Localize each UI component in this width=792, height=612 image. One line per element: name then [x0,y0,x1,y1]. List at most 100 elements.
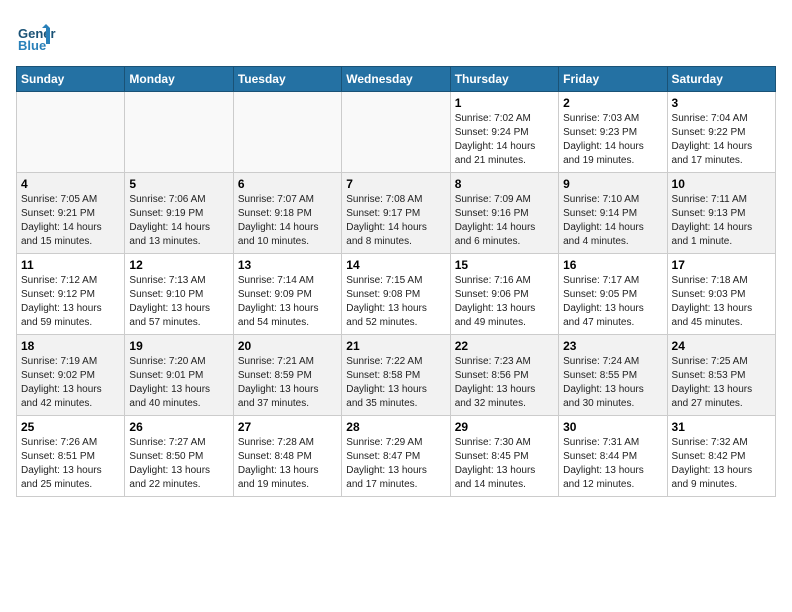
day-number: 7 [346,177,445,191]
calendar-cell: 10 Sunrise: 7:11 AM Sunset: 9:13 PM Dayli… [667,173,775,254]
day-header-tuesday: Tuesday [233,67,341,92]
calendar-cell: 8 Sunrise: 7:09 AM Sunset: 9:16 PM Daylig… [450,173,558,254]
day-info: Sunrise: 7:18 AM Sunset: 9:03 PM Dayligh… [672,274,771,330]
calendar-cell: 15Sunrise: 7:16 AM Sunset: 9:06 PM Dayli… [450,254,558,335]
day-number: 27 [238,420,337,434]
day-number: 24 [672,339,771,353]
calendar-cell: 27 Sunrise: 7:28 AM Sunset: 8:48 PM Dayli… [233,416,341,497]
day-number: 5 [129,177,228,191]
day-info: Sunrise: 7:05 AM Sunset: 9:21 PM Dayligh… [21,193,120,249]
day-info: Sunrise: 7:10 AM Sunset: 9:14 PM Dayligh… [563,193,662,249]
svg-text:Blue: Blue [18,38,46,53]
day-number: 13 [238,258,337,272]
day-number: 16 [563,258,662,272]
day-info: Sunrise: 7:28 AM Sunset: 8:48 PM Dayligh… [238,436,337,492]
logo-icon: General Blue [16,16,56,56]
calendar-table: SundayMondayTuesdayWednesdayThursdayFrid… [16,66,776,497]
day-number: 9 [563,177,662,191]
day-number: 12 [129,258,228,272]
day-info: Sunrise: 7:22 AM Sunset: 8:58 PM Dayligh… [346,355,445,411]
calendar-cell: 14 Sunrise: 7:15 AM Sunset: 9:08 PM Dayli… [342,254,450,335]
page-header: General Blue [16,16,776,56]
day-number: 17 [672,258,771,272]
day-number: 30 [563,420,662,434]
calendar-cell [342,92,450,173]
day-number: 1 [455,96,554,110]
calendar-cell: 4Sunrise: 7:05 AM Sunset: 9:21 PM Daylig… [17,173,125,254]
calendar-cell: 31 Sunrise: 7:32 AM Sunset: 8:42 PM Dayli… [667,416,775,497]
day-number: 14 [346,258,445,272]
day-info: Sunrise: 7:19 AM Sunset: 9:02 PM Dayligh… [21,355,120,411]
day-number: 8 [455,177,554,191]
day-info: Sunrise: 7:02 AM Sunset: 9:24 PM Dayligh… [455,112,554,168]
day-number: 25 [21,420,120,434]
week-row-5: 25 Sunrise: 7:26 AM Sunset: 8:51 PM Dayli… [17,416,776,497]
day-header-friday: Friday [559,67,667,92]
calendar-cell: 6 Sunrise: 7:07 AM Sunset: 9:18 PM Daylig… [233,173,341,254]
calendar-cell: 2Sunrise: 7:03 AM Sunset: 9:23 PM Daylig… [559,92,667,173]
calendar-cell: 13 Sunrise: 7:14 AM Sunset: 9:09 PM Dayli… [233,254,341,335]
week-row-3: 11 Sunrise: 7:12 AM Sunset: 9:12 PM Dayli… [17,254,776,335]
day-header-sunday: Sunday [17,67,125,92]
calendar-cell: 23 Sunrise: 7:24 AM Sunset: 8:55 PM Dayli… [559,335,667,416]
day-number: 3 [672,96,771,110]
logo: General Blue [16,16,60,56]
calendar-cell: 22Sunrise: 7:23 AM Sunset: 8:56 PM Dayli… [450,335,558,416]
day-number: 6 [238,177,337,191]
day-info: Sunrise: 7:29 AM Sunset: 8:47 PM Dayligh… [346,436,445,492]
calendar-cell: 9 Sunrise: 7:10 AM Sunset: 9:14 PM Daylig… [559,173,667,254]
day-number: 22 [455,339,554,353]
day-info: Sunrise: 7:15 AM Sunset: 9:08 PM Dayligh… [346,274,445,330]
day-info: Sunrise: 7:07 AM Sunset: 9:18 PM Dayligh… [238,193,337,249]
calendar-cell: 18 Sunrise: 7:19 AM Sunset: 9:02 PM Dayli… [17,335,125,416]
day-info: Sunrise: 7:04 AM Sunset: 9:22 PM Dayligh… [672,112,771,168]
calendar-cell [125,92,233,173]
day-number: 20 [238,339,337,353]
day-header-monday: Monday [125,67,233,92]
calendar-cell: 19 Sunrise: 7:20 AM Sunset: 9:01 PM Dayli… [125,335,233,416]
calendar-cell: 28Sunrise: 7:29 AM Sunset: 8:47 PM Dayli… [342,416,450,497]
day-info: Sunrise: 7:31 AM Sunset: 8:44 PM Dayligh… [563,436,662,492]
day-info: Sunrise: 7:21 AM Sunset: 8:59 PM Dayligh… [238,355,337,411]
day-info: Sunrise: 7:25 AM Sunset: 8:53 PM Dayligh… [672,355,771,411]
day-number: 19 [129,339,228,353]
day-info: Sunrise: 7:14 AM Sunset: 9:09 PM Dayligh… [238,274,337,330]
calendar-cell: 20 Sunrise: 7:21 AM Sunset: 8:59 PM Dayli… [233,335,341,416]
day-info: Sunrise: 7:12 AM Sunset: 9:12 PM Dayligh… [21,274,120,330]
day-number: 29 [455,420,554,434]
day-number: 31 [672,420,771,434]
calendar-cell [233,92,341,173]
calendar-cell: 26Sunrise: 7:27 AM Sunset: 8:50 PM Dayli… [125,416,233,497]
calendar-cell [17,92,125,173]
day-info: Sunrise: 7:11 AM Sunset: 9:13 PM Dayligh… [672,193,771,249]
day-info: Sunrise: 7:24 AM Sunset: 8:55 PM Dayligh… [563,355,662,411]
week-row-1: 1 Sunrise: 7:02 AM Sunset: 9:24 PM Daylig… [17,92,776,173]
day-info: Sunrise: 7:06 AM Sunset: 9:19 PM Dayligh… [129,193,228,249]
week-row-4: 18 Sunrise: 7:19 AM Sunset: 9:02 PM Dayli… [17,335,776,416]
calendar-cell: 24 Sunrise: 7:25 AM Sunset: 8:53 PM Dayli… [667,335,775,416]
day-info: Sunrise: 7:20 AM Sunset: 9:01 PM Dayligh… [129,355,228,411]
day-number: 10 [672,177,771,191]
day-info: Sunrise: 7:32 AM Sunset: 8:42 PM Dayligh… [672,436,771,492]
day-header-thursday: Thursday [450,67,558,92]
day-number: 23 [563,339,662,353]
day-info: Sunrise: 7:13 AM Sunset: 9:10 PM Dayligh… [129,274,228,330]
calendar-cell: 16 Sunrise: 7:17 AM Sunset: 9:05 PM Dayli… [559,254,667,335]
calendar-cell: 21Sunrise: 7:22 AM Sunset: 8:58 PM Dayli… [342,335,450,416]
day-number: 18 [21,339,120,353]
day-info: Sunrise: 7:17 AM Sunset: 9:05 PM Dayligh… [563,274,662,330]
week-row-2: 4Sunrise: 7:05 AM Sunset: 9:21 PM Daylig… [17,173,776,254]
calendar-cell: 29Sunrise: 7:30 AM Sunset: 8:45 PM Dayli… [450,416,558,497]
calendar-cell: 11 Sunrise: 7:12 AM Sunset: 9:12 PM Dayli… [17,254,125,335]
calendar-cell: 30 Sunrise: 7:31 AM Sunset: 8:44 PM Dayli… [559,416,667,497]
calendar-cell: 1 Sunrise: 7:02 AM Sunset: 9:24 PM Daylig… [450,92,558,173]
day-number: 11 [21,258,120,272]
day-info: Sunrise: 7:16 AM Sunset: 9:06 PM Dayligh… [455,274,554,330]
day-number: 26 [129,420,228,434]
day-info: Sunrise: 7:08 AM Sunset: 9:17 PM Dayligh… [346,193,445,249]
day-info: Sunrise: 7:26 AM Sunset: 8:51 PM Dayligh… [21,436,120,492]
day-header-wednesday: Wednesday [342,67,450,92]
day-info: Sunrise: 7:09 AM Sunset: 9:16 PM Dayligh… [455,193,554,249]
day-info: Sunrise: 7:03 AM Sunset: 9:23 PM Dayligh… [563,112,662,168]
calendar-cell: 12 Sunrise: 7:13 AM Sunset: 9:10 PM Dayli… [125,254,233,335]
